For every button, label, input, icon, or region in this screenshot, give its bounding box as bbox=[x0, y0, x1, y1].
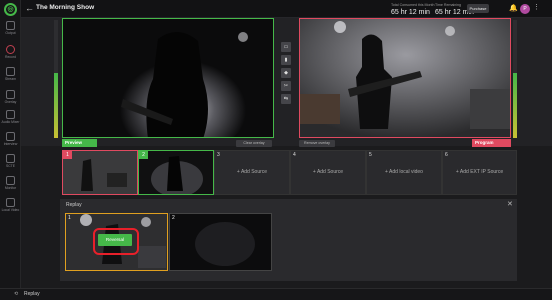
source-number: 2 bbox=[139, 151, 148, 159]
program-video-frame bbox=[300, 19, 510, 137]
sidebar-item-record[interactable]: Record bbox=[0, 45, 21, 64]
sidebar-item-stream[interactable]: Stream bbox=[0, 67, 21, 86]
sidebar-item-audio-mixer[interactable]: Audio Mixer bbox=[0, 110, 21, 129]
remaining-label: Time Remaining bbox=[435, 3, 462, 7]
replay-footer-label[interactable]: Replay bbox=[24, 291, 40, 297]
top-bar: ← The Morning Show Total Consumed this M… bbox=[21, 0, 552, 18]
sidebar-item-overlay[interactable]: Overlay bbox=[0, 90, 21, 109]
sidebar-item-label: SCTE bbox=[5, 164, 16, 168]
source-thumbnail bbox=[139, 151, 213, 194]
purchase-button[interactable]: Purchase bbox=[467, 4, 489, 13]
more-options-icon[interactable]: ⋮ bbox=[533, 3, 540, 11]
replay-panel: Replay ✕ 1 Reversal 2 bbox=[60, 199, 517, 281]
source-tile-4[interactable]: 4 + Add Source bbox=[290, 150, 366, 195]
add-ext-ip-source-button[interactable]: + Add EXT IP Source bbox=[443, 169, 516, 175]
scte-icon bbox=[6, 154, 15, 163]
source-tile-1[interactable]: 1 bbox=[62, 150, 138, 195]
bell-icon[interactable]: 🔔 bbox=[509, 4, 518, 12]
sources-row: 1 2 3 + Add Source 4 + Add Source 5 + Ad… bbox=[61, 150, 517, 195]
source-tile-2[interactable]: 2 bbox=[138, 150, 214, 195]
sidebar-item-label: Local Video bbox=[1, 208, 20, 212]
replay-icon: ⟲ bbox=[14, 291, 19, 297]
source-number: 1 bbox=[63, 151, 72, 159]
clip-number: 1 bbox=[68, 215, 71, 221]
source-number: 4 bbox=[293, 152, 296, 158]
program-monitor[interactable] bbox=[299, 18, 511, 138]
highlight-circle bbox=[93, 228, 139, 255]
clip-thumbnail bbox=[170, 214, 271, 270]
preview-video-frame bbox=[63, 19, 273, 137]
output-icon bbox=[6, 21, 15, 30]
preview-meter-fill bbox=[54, 73, 58, 138]
add-source-button[interactable]: + Add Source bbox=[215, 169, 289, 175]
source-thumbnail bbox=[63, 151, 137, 194]
add-local-video-button[interactable]: + Add local video bbox=[367, 169, 441, 175]
avatar[interactable]: P bbox=[520, 4, 530, 14]
program-label: Program bbox=[472, 139, 511, 147]
overlay-icon bbox=[6, 90, 15, 99]
logo[interactable]: ◎ bbox=[4, 3, 17, 16]
sidebar-item-label: Interview bbox=[3, 142, 18, 146]
program-meter-fill bbox=[513, 73, 517, 138]
audio-mixer-icon bbox=[6, 110, 15, 119]
sidebar-item-label: Audio Mixer bbox=[1, 120, 20, 124]
record-icon bbox=[6, 45, 15, 54]
replay-title: Replay bbox=[66, 202, 82, 208]
sidebar-item-scte[interactable]: SCTE bbox=[0, 154, 21, 173]
clip-number: 2 bbox=[172, 215, 175, 221]
remove-overlay-button[interactable]: Remove overlay bbox=[299, 140, 335, 147]
preview-label: Preview bbox=[62, 139, 97, 147]
transition-panel: ▭ ▮ ◆ ✂ ⇆ bbox=[281, 42, 291, 116]
app-root: ◎ Output Record Stream Overlay Audio Mix… bbox=[0, 0, 552, 300]
local-video-icon bbox=[6, 198, 15, 207]
sidebar: ◎ Output Record Stream Overlay Audio Mix… bbox=[0, 0, 21, 288]
monitor-icon bbox=[6, 176, 15, 185]
switch-button[interactable]: ⇆ bbox=[281, 94, 291, 104]
sidebar-item-output[interactable]: Output bbox=[0, 21, 21, 40]
source-tile-3[interactable]: 3 + Add Source bbox=[214, 150, 290, 195]
program-audio-meter bbox=[513, 20, 517, 138]
sidebar-item-label: Record bbox=[5, 55, 16, 59]
consumed-label: Total Consumed this Month bbox=[391, 3, 435, 7]
sidebar-item-label: Overlay bbox=[4, 100, 17, 104]
source-number: 6 bbox=[445, 152, 448, 158]
back-arrow-icon[interactable]: ← bbox=[25, 3, 34, 13]
sidebar-item-label: Output bbox=[5, 31, 16, 35]
clear-overlay-button[interactable]: Clear overlay bbox=[236, 140, 272, 147]
source-tile-5[interactable]: 5 + Add local video bbox=[366, 150, 442, 195]
replay-clip-2[interactable]: 2 bbox=[169, 213, 272, 271]
stream-icon bbox=[6, 67, 15, 76]
sidebar-item-interview[interactable]: Interview bbox=[0, 132, 21, 151]
sidebar-item-local-video[interactable]: Local Video bbox=[0, 198, 21, 217]
source-number: 3 bbox=[217, 152, 220, 158]
close-icon[interactable]: ✕ bbox=[507, 200, 513, 208]
cut-button[interactable]: ✂ bbox=[281, 81, 291, 91]
transition-fl-button[interactable]: ▭ bbox=[281, 42, 291, 52]
consumed-value: 65 hr 12 min bbox=[391, 9, 430, 16]
source-number: 5 bbox=[369, 152, 372, 158]
transition-tf-button[interactable]: ▮ bbox=[281, 55, 291, 65]
source-tile-6[interactable]: 6 + Add EXT IP Source bbox=[442, 150, 517, 195]
page-title: The Morning Show bbox=[36, 4, 95, 11]
sidebar-item-monitor[interactable]: Monitor bbox=[0, 176, 21, 195]
bottom-bar: ⟲ Replay bbox=[0, 288, 552, 300]
preview-audio-meter bbox=[54, 20, 58, 138]
interview-icon bbox=[6, 132, 15, 141]
sidebar-item-label: Stream bbox=[5, 77, 16, 81]
add-source-button[interactable]: + Add Source bbox=[291, 169, 365, 175]
preview-monitor[interactable] bbox=[62, 18, 274, 138]
replay-clip-1[interactable]: 1 Reversal bbox=[65, 213, 168, 271]
sidebar-item-label: Monitor bbox=[4, 186, 17, 190]
transition-tt-button[interactable]: ◆ bbox=[281, 68, 291, 78]
